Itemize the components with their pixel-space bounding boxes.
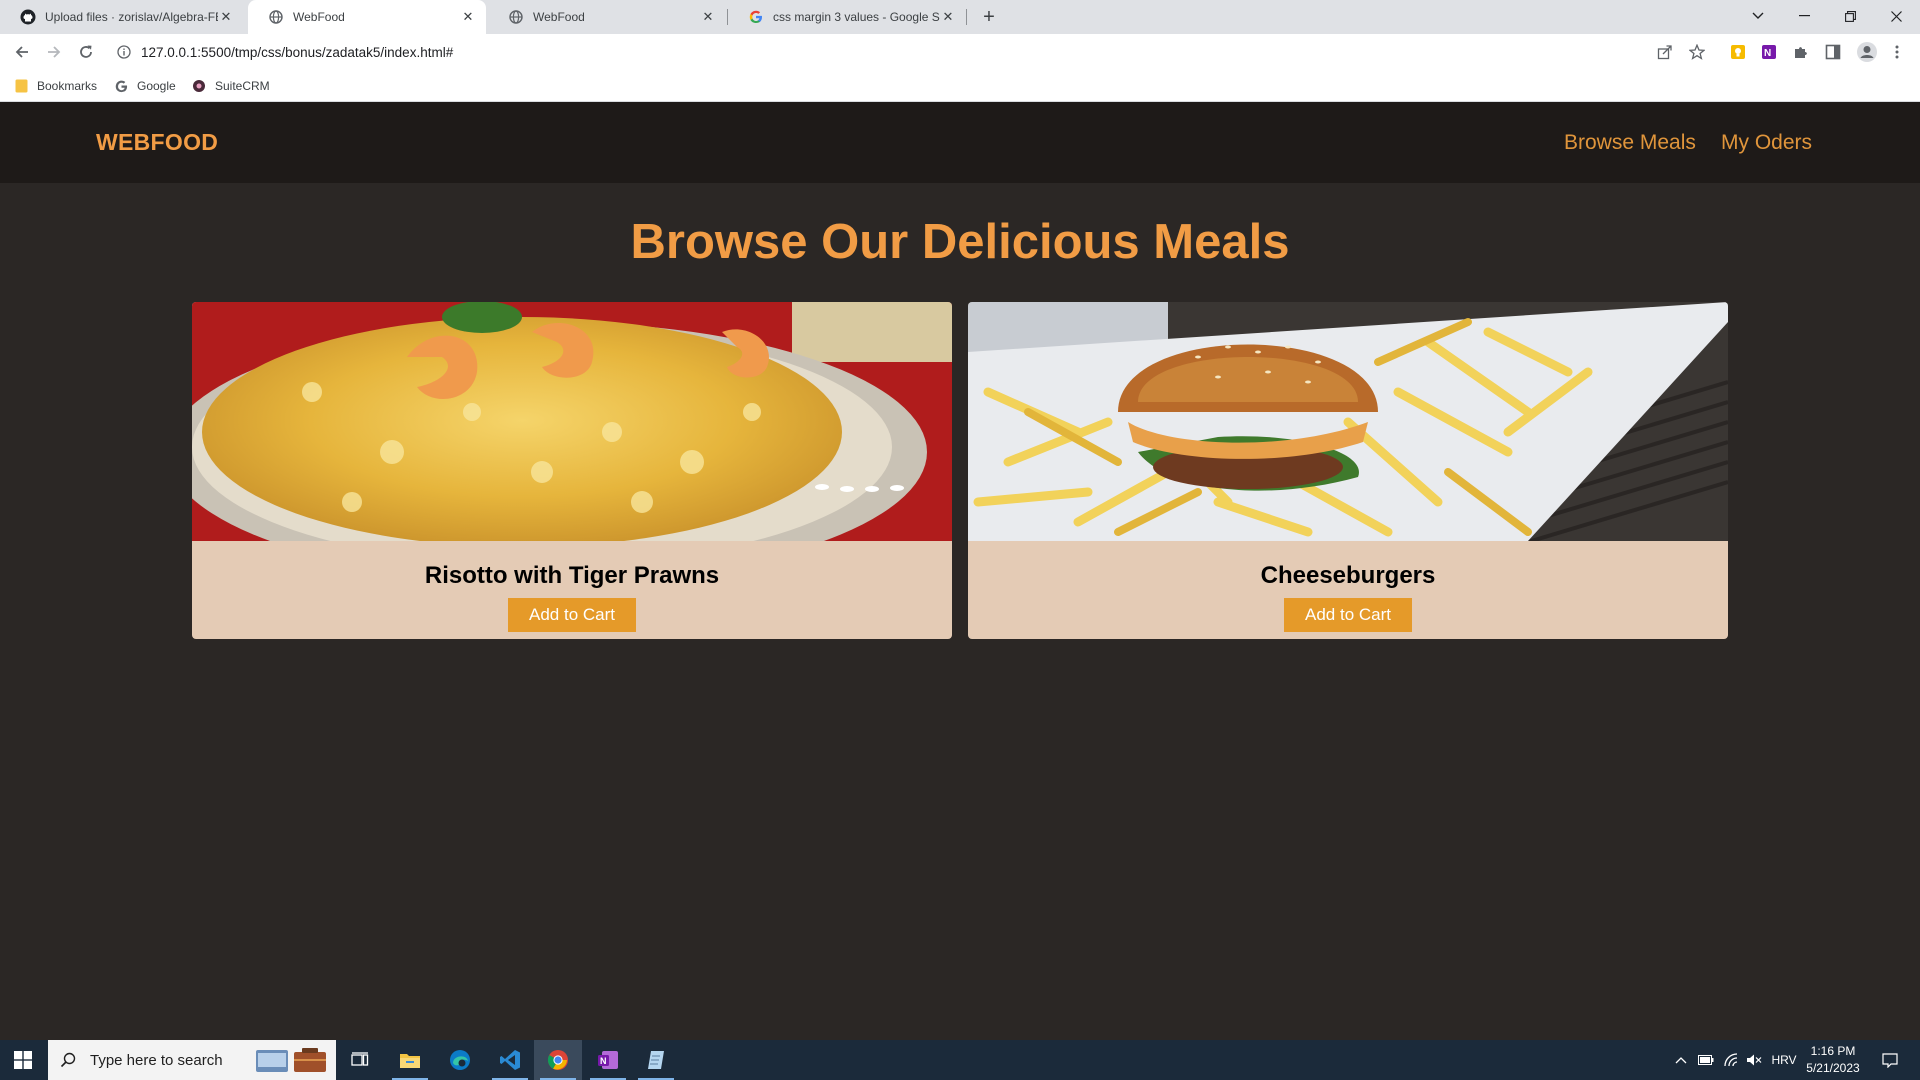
- chrome-icon[interactable]: [534, 1040, 582, 1080]
- meal-name: Risotto with Tiger Prawns: [424, 562, 720, 589]
- close-icon[interactable]: ✕: [700, 9, 716, 25]
- edge-icon[interactable]: [436, 1040, 484, 1080]
- tab-title: Upload files · zorislav/Algebra-FE: [45, 10, 218, 24]
- taskbar-search-box[interactable]: Type here to search: [48, 1040, 336, 1080]
- browser-toolbar: 127.0.0.1:5500/tmp/css/bonus/zadatak5/in…: [0, 34, 1920, 70]
- onenote-icon[interactable]: N: [584, 1040, 632, 1080]
- tab-upload-files[interactable]: Upload files · zorislav/Algebra-FE ✕: [0, 0, 244, 34]
- notifications-icon[interactable]: [1872, 1040, 1908, 1080]
- tab-title: css margin 3 values - Google Search: [773, 10, 940, 24]
- bookmark-folder[interactable]: Bookmarks: [14, 70, 97, 102]
- file-explorer-icon[interactable]: [386, 1040, 434, 1080]
- bookmark-star-icon[interactable]: [1688, 43, 1706, 61]
- page-title: Browse Our Delicious Meals: [630, 215, 1290, 269]
- bookmark-label: SuiteCRM: [215, 79, 270, 93]
- browser-tab-bar: Upload files · zorislav/Algebra-FE ✕ Web…: [0, 0, 1920, 34]
- extensions-puzzle-icon[interactable]: [1792, 43, 1810, 61]
- tab-google-search[interactable]: css margin 3 values - Google Search ✕: [728, 0, 966, 34]
- suitecrm-icon: [192, 79, 206, 93]
- volume-muted-icon[interactable]: [1744, 1040, 1764, 1080]
- meal-card: Cheeseburgers Add to Cart: [968, 302, 1728, 639]
- bookmarks-bar: Bookmarks Google SuiteCRM: [0, 70, 1920, 102]
- github-icon: [20, 9, 36, 25]
- url-text: 127.0.0.1:5500/tmp/css/bonus/zadatak5/in…: [141, 44, 454, 60]
- start-button[interactable]: [0, 1040, 46, 1080]
- folder-icon: [14, 79, 28, 93]
- side-panel-icon[interactable]: [1824, 43, 1842, 61]
- notepad-icon[interactable]: [632, 1040, 680, 1080]
- site-logo[interactable]: WEBFOOD: [96, 129, 218, 156]
- nav-browse-meals[interactable]: Browse Meals: [1564, 131, 1696, 155]
- close-icon[interactable]: ✕: [460, 9, 476, 25]
- add-to-cart-button[interactable]: Add to Cart: [508, 598, 636, 632]
- info-icon[interactable]: [116, 44, 132, 60]
- search-highlight-icon: [254, 1046, 330, 1074]
- back-button[interactable]: [8, 38, 36, 66]
- search-icon: [60, 1052, 76, 1068]
- keep-extension-icon[interactable]: [1729, 43, 1747, 61]
- profile-avatar-icon[interactable]: [1856, 41, 1878, 63]
- minimize-button[interactable]: [1781, 0, 1827, 32]
- vscode-icon[interactable]: [486, 1040, 534, 1080]
- google-icon: [748, 9, 764, 25]
- system-clock[interactable]: 1:16 PM 5/21/2023: [1798, 1043, 1868, 1077]
- bookmark-google[interactable]: Google: [114, 70, 176, 102]
- meal-name: Cheeseburgers: [1260, 562, 1436, 589]
- close-window-button[interactable]: [1873, 0, 1919, 32]
- tab-webfood-active[interactable]: WebFood ✕: [248, 0, 486, 34]
- show-hidden-icons-button[interactable]: [1672, 1040, 1690, 1080]
- close-icon[interactable]: ✕: [940, 9, 956, 25]
- clock-date: 5/21/2023: [1806, 1061, 1860, 1075]
- input-language[interactable]: HRV: [1768, 1040, 1800, 1080]
- clock-time: 1:16 PM: [1810, 1044, 1856, 1058]
- restore-button[interactable]: [1827, 0, 1873, 32]
- onenote-extension-icon[interactable]: N: [1760, 43, 1778, 61]
- tab-title: WebFood: [533, 10, 585, 24]
- add-to-cart-button[interactable]: Add to Cart: [1284, 598, 1412, 632]
- share-icon[interactable]: [1656, 43, 1674, 61]
- battery-icon[interactable]: [1696, 1040, 1716, 1080]
- bookmark-label: Bookmarks: [37, 79, 98, 93]
- bookmark-label: Google: [137, 79, 176, 93]
- google-icon: [114, 79, 128, 93]
- search-placeholder: Type here to search: [90, 1051, 223, 1069]
- meal-image-risotto: [192, 302, 952, 541]
- site-header: WEBFOOD Browse Meals My Oders: [0, 102, 1920, 183]
- tab-title: WebFood: [293, 10, 345, 24]
- task-view-icon[interactable]: [336, 1040, 384, 1080]
- bookmark-suitecrm[interactable]: SuiteCRM: [192, 70, 270, 102]
- svg-text:N: N: [1764, 48, 1771, 59]
- tab-separator: [966, 9, 967, 25]
- forward-button[interactable]: [40, 38, 68, 66]
- wifi-icon[interactable]: [1722, 1040, 1742, 1080]
- address-bar[interactable]: 127.0.0.1:5500/tmp/css/bonus/zadatak5/in…: [106, 37, 1712, 67]
- nav-my-orders[interactable]: My Oders: [1721, 131, 1812, 155]
- svg-text:N: N: [600, 1056, 607, 1066]
- new-tab-button[interactable]: +: [977, 5, 1001, 29]
- globe-icon: [268, 9, 284, 25]
- menu-kebab-icon[interactable]: [1888, 43, 1906, 61]
- globe-icon: [508, 9, 524, 25]
- close-icon[interactable]: ✕: [218, 9, 234, 25]
- tab-search-button[interactable]: [1735, 0, 1781, 32]
- meal-card: Risotto with Tiger Prawns Add to Cart: [192, 302, 952, 639]
- meal-image-cheeseburger: [968, 302, 1728, 541]
- windows-taskbar: Type here to search N HRV 1:16 PM 5/21/2…: [0, 1040, 1920, 1080]
- tab-webfood[interactable]: WebFood ✕: [488, 0, 726, 34]
- reload-button[interactable]: [72, 38, 100, 66]
